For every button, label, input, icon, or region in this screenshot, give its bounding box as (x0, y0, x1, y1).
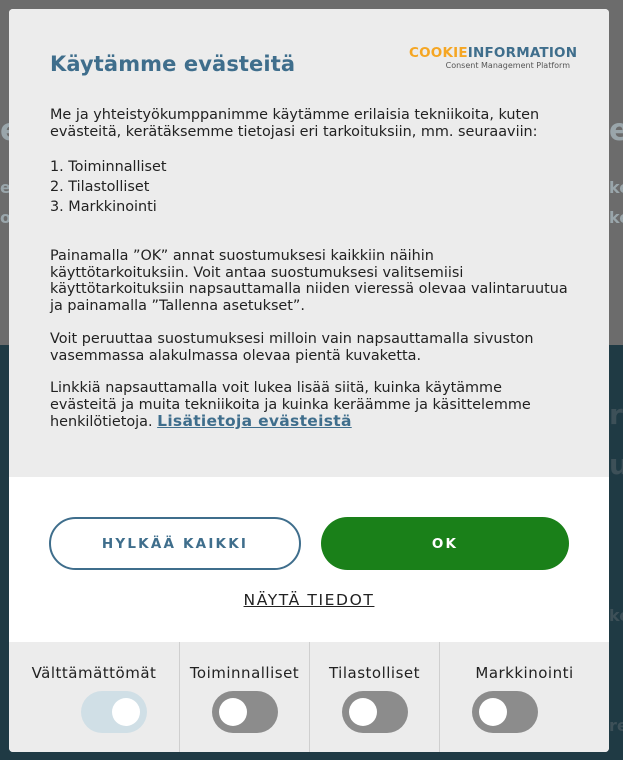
background-text-fragment: e (609, 113, 623, 148)
background-text-fragment: u (609, 448, 623, 481)
dialog-info-section: Käytämme evästeitä COOKIEINFORMATION Con… (9, 9, 609, 477)
withdraw-explanation: Voit peruuttaa suostumuksesi milloin vai… (50, 331, 534, 364)
ok-button[interactable]: OK (321, 517, 569, 570)
background-text-fragment: ke (609, 606, 623, 625)
background-text-fragment: re (609, 716, 623, 735)
purpose-item: 2. Tilastolliset (50, 179, 150, 195)
toggle-functional: Toiminnalliset (180, 642, 310, 752)
brand-tagline: Consent Management Platform (445, 61, 570, 70)
background-text-fragment: ke (609, 208, 623, 227)
reject-all-button[interactable]: HYLKÄÄ KAIKKI (49, 517, 301, 570)
toggle-necessary: Välttämättömät (9, 642, 180, 752)
brand-name: COOKIEINFORMATION (409, 45, 578, 61)
background-text-fragment: ke (609, 178, 623, 197)
consent-toggles: Välttämättömät Toiminnalliset Tilastolli… (9, 642, 609, 752)
toggle-label: Välttämättömät (31, 664, 157, 682)
more-info-link[interactable]: Lisätietoja evästeistä (157, 412, 352, 430)
toggle-marketing: Markkinointi (440, 642, 609, 752)
switch-knob (349, 698, 377, 726)
cookieinformation-logo: COOKIEINFORMATION Consent Management Pla… (409, 45, 578, 71)
switch-knob (479, 698, 507, 726)
functional-switch[interactable] (212, 691, 278, 733)
toggle-label: Toiminnalliset (189, 664, 300, 682)
marketing-switch[interactable] (472, 691, 538, 733)
purpose-item: 3. Markkinointi (50, 199, 157, 215)
purpose-item: 1. Toiminnalliset (50, 159, 167, 175)
necessary-switch (81, 691, 147, 733)
dialog-title: Käytämme evästeitä (50, 52, 296, 76)
switch-knob (219, 698, 247, 726)
toggle-statistics: Tilastolliset (310, 642, 440, 752)
cookie-consent-dialog: Käytämme evästeitä COOKIEINFORMATION Con… (9, 9, 609, 752)
background-text-fragment: rc (609, 398, 623, 431)
more-info-paragraph: Linkkiä napsauttamalla voit lukea lisää … (50, 380, 570, 431)
show-details-link[interactable]: NÄYTÄ TIEDOT (9, 591, 609, 609)
toggle-label: Markkinointi (475, 664, 574, 682)
switch-knob (112, 698, 140, 726)
toggle-label: Tilastolliset (328, 664, 421, 682)
statistics-switch[interactable] (342, 691, 408, 733)
purpose-list: 1. Toiminnalliset 2. Tilastolliset 3. Ma… (50, 157, 167, 217)
intro-text: Me ja yhteistyökumppanimme käytämme eril… (50, 107, 540, 140)
consent-explanation: Painamalla ”OK” annat suostumuksesi kaik… (50, 248, 568, 314)
